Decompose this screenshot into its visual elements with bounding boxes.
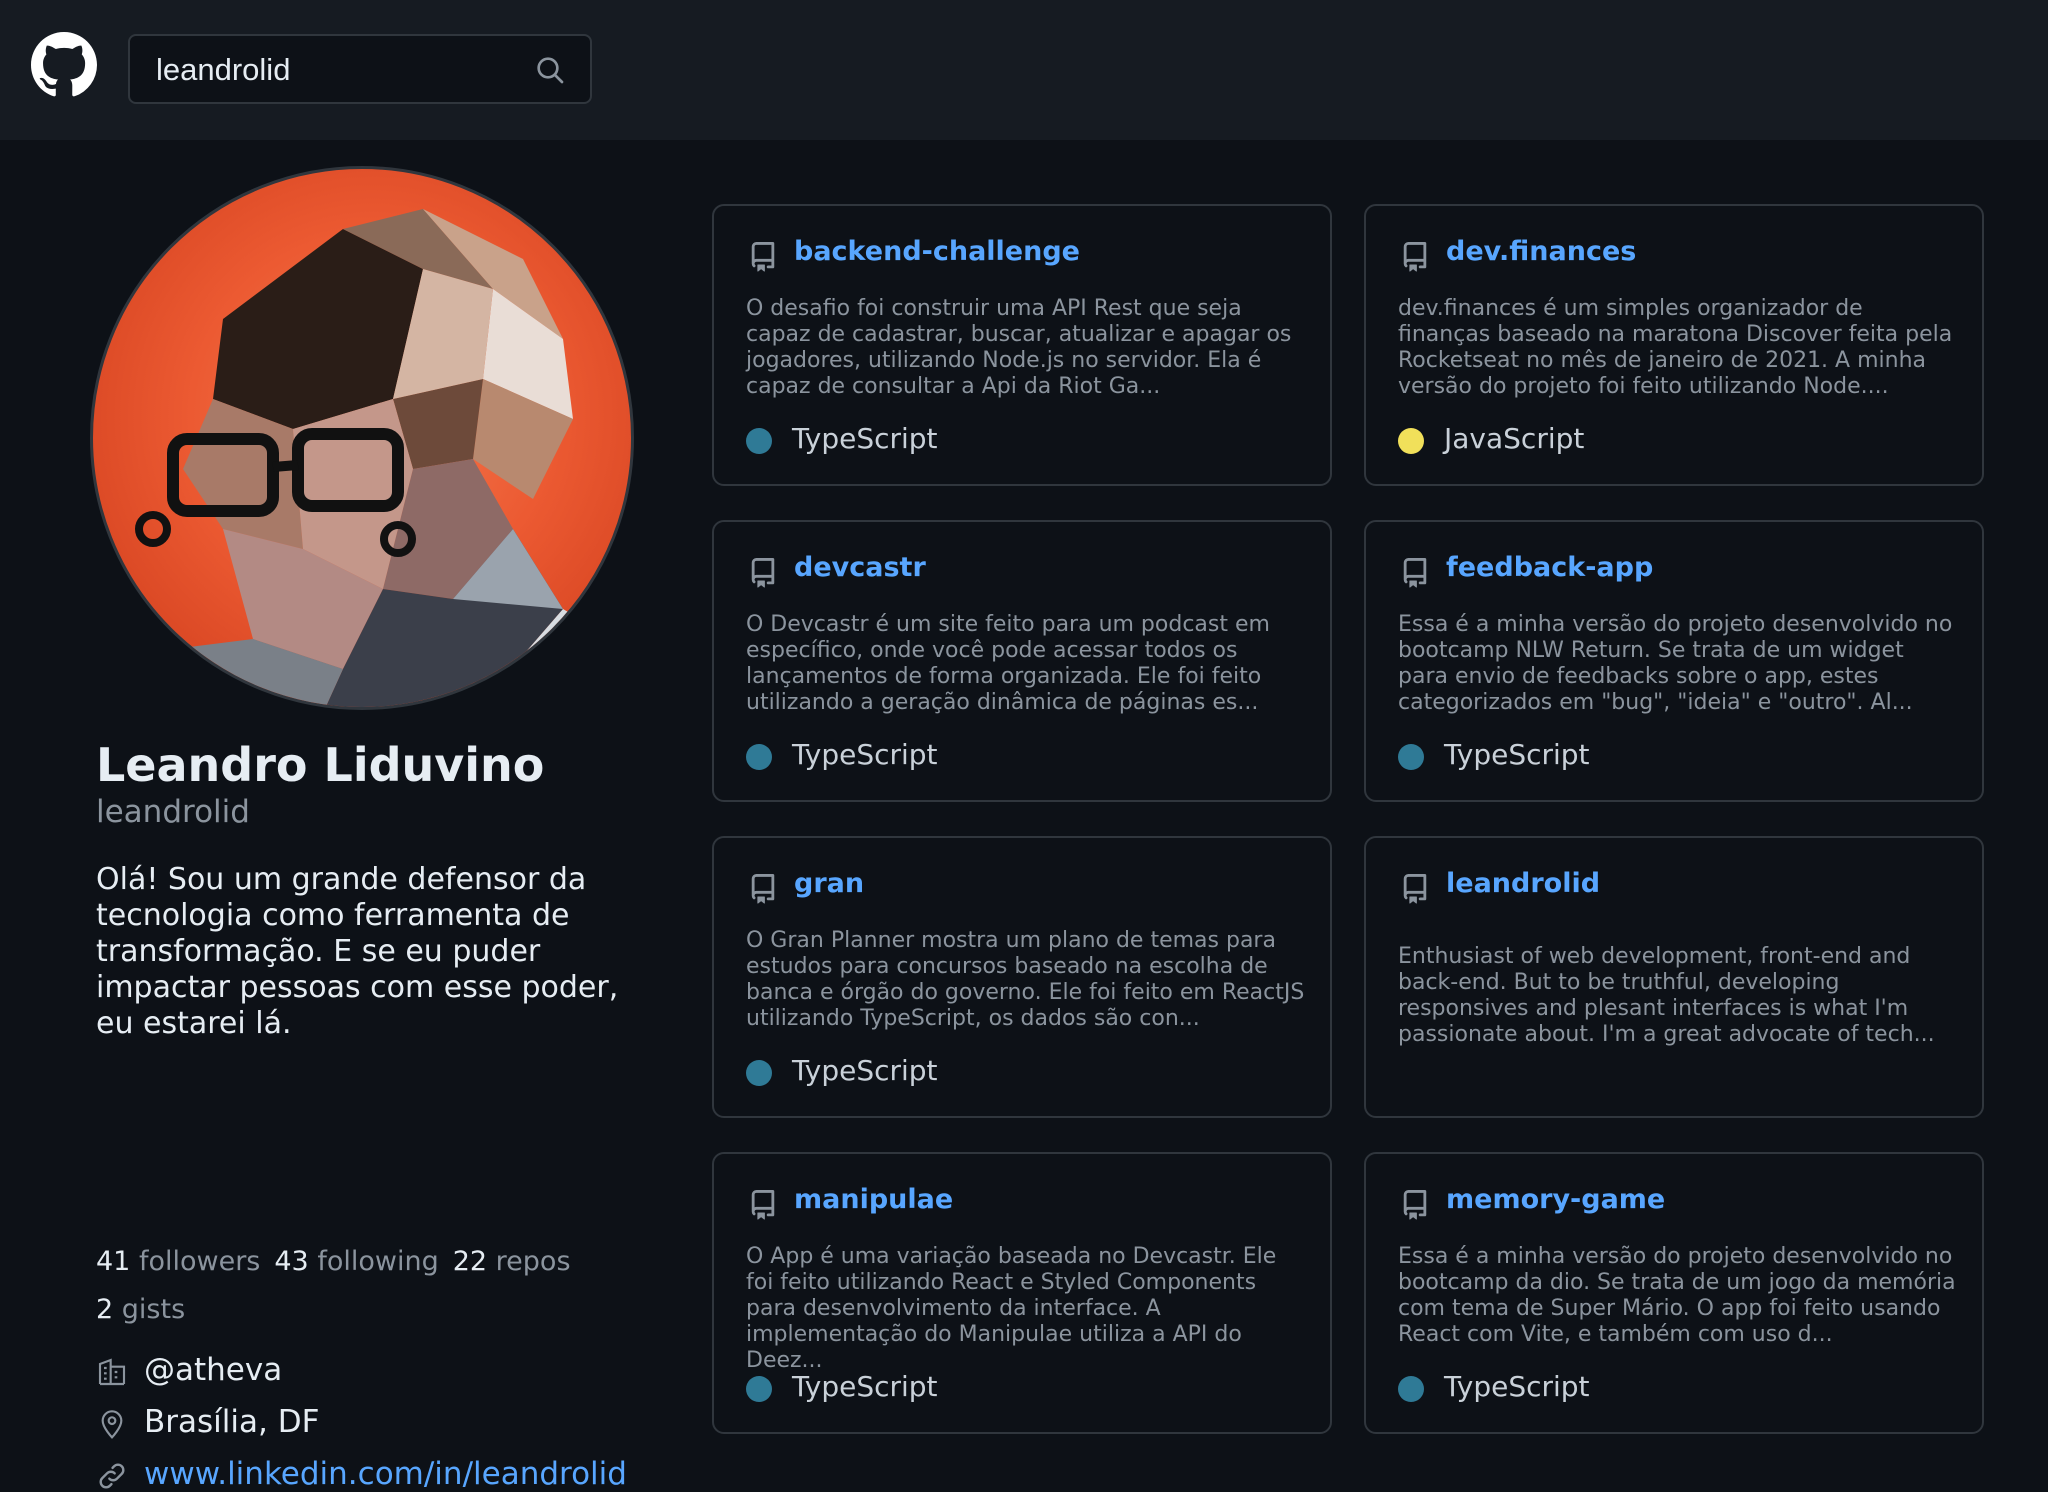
- repo-card[interactable]: backend-challenge O desafio foi construi…: [712, 204, 1332, 486]
- language-color-dot: [746, 1060, 772, 1086]
- repo-card[interactable]: gran O Gran Planner mostra um plano de t…: [712, 836, 1332, 1118]
- repo-icon: [751, 874, 775, 904]
- repo-description: Essa é a minha versão do projeto desenvo…: [1398, 612, 1953, 715]
- building-icon: [98, 1358, 126, 1386]
- link-icon: [99, 1463, 125, 1489]
- repo-icon: [1403, 242, 1427, 272]
- repo-name-link[interactable]: memory-game: [1446, 1184, 1665, 1215]
- language-color-dot: [746, 1376, 772, 1402]
- repo-icon: [1403, 1190, 1427, 1220]
- repo-card[interactable]: manipulae O App é uma variação baseada n…: [712, 1152, 1332, 1434]
- location-pin-icon: [101, 1410, 123, 1439]
- language-color-dot: [746, 744, 772, 770]
- github-logo-icon[interactable]: [31, 32, 97, 98]
- profile-stats: 41 followers 43 following 22 repos 2 gists: [96, 1238, 616, 1334]
- language-color-dot: [1398, 428, 1424, 454]
- repo-description: Essa é a minha versão do projeto desenvo…: [1398, 1244, 1956, 1347]
- top-bar: [0, 0, 2048, 140]
- language-color-dot: [1398, 744, 1424, 770]
- repo-description: O Gran Planner mostra um plano de temas …: [746, 928, 1305, 1031]
- profile-login: leandrolid: [96, 794, 250, 830]
- repo-name-link[interactable]: leandrolid: [1446, 868, 1600, 899]
- repo-name-link[interactable]: feedback-app: [1446, 552, 1653, 583]
- repo-name-link[interactable]: manipulae: [794, 1184, 953, 1215]
- search-box: [128, 34, 592, 104]
- repo-icon: [751, 242, 775, 272]
- stat-followers[interactable]: 41 followers: [96, 1238, 260, 1286]
- repo-card[interactable]: leandrolid Enthusiast of web development…: [1364, 836, 1984, 1118]
- search-input[interactable]: [154, 36, 518, 104]
- language-color-dot: [1398, 1376, 1424, 1402]
- repo-icon: [1403, 874, 1427, 904]
- stat-following[interactable]: 43 following: [274, 1238, 438, 1286]
- repo-name-link[interactable]: dev.finances: [1446, 236, 1636, 267]
- website-link[interactable]: www.linkedin.com/in/leandrolid: [144, 1456, 627, 1492]
- stat-gists[interactable]: 2 gists: [96, 1286, 185, 1334]
- avatar-portrait-image: [135, 209, 613, 707]
- repo-description: O App é uma variação baseada no Devcastr…: [746, 1244, 1277, 1373]
- repo-name-link[interactable]: backend-challenge: [794, 236, 1080, 267]
- repo-card[interactable]: feedback-app Essa é a minha versão do pr…: [1364, 520, 1984, 802]
- stat-repos[interactable]: 22 repos: [453, 1238, 571, 1286]
- repo-icon: [751, 558, 775, 588]
- repo-icon: [1403, 558, 1427, 588]
- avatar: [90, 166, 634, 710]
- repo-card[interactable]: dev.finances dev.finances é um simples o…: [1364, 204, 1984, 486]
- repo-icon: [751, 1190, 775, 1220]
- repo-description: O Devcastr é um site feito para um podca…: [746, 612, 1270, 715]
- search-icon[interactable]: [534, 54, 566, 86]
- profile-name: Leandro Liduvino: [96, 738, 545, 792]
- language-color-dot: [746, 428, 772, 454]
- profile-bio: Olá! Sou um grande defensor da tecnologi…: [96, 862, 619, 1041]
- repo-name-link[interactable]: devcastr: [794, 552, 926, 583]
- repo-card[interactable]: memory-game Essa é a minha versão do pro…: [1364, 1152, 1984, 1434]
- repo-description: Enthusiast of web development, front-end…: [1398, 944, 1935, 1047]
- repo-name-link[interactable]: gran: [794, 868, 864, 899]
- repo-description: O desafio foi construir uma API Rest que…: [746, 296, 1292, 399]
- repo-description: dev.finances é um simples organizador de…: [1398, 296, 1953, 399]
- repo-card[interactable]: devcastr O Devcastr é um site feito para…: [712, 520, 1332, 802]
